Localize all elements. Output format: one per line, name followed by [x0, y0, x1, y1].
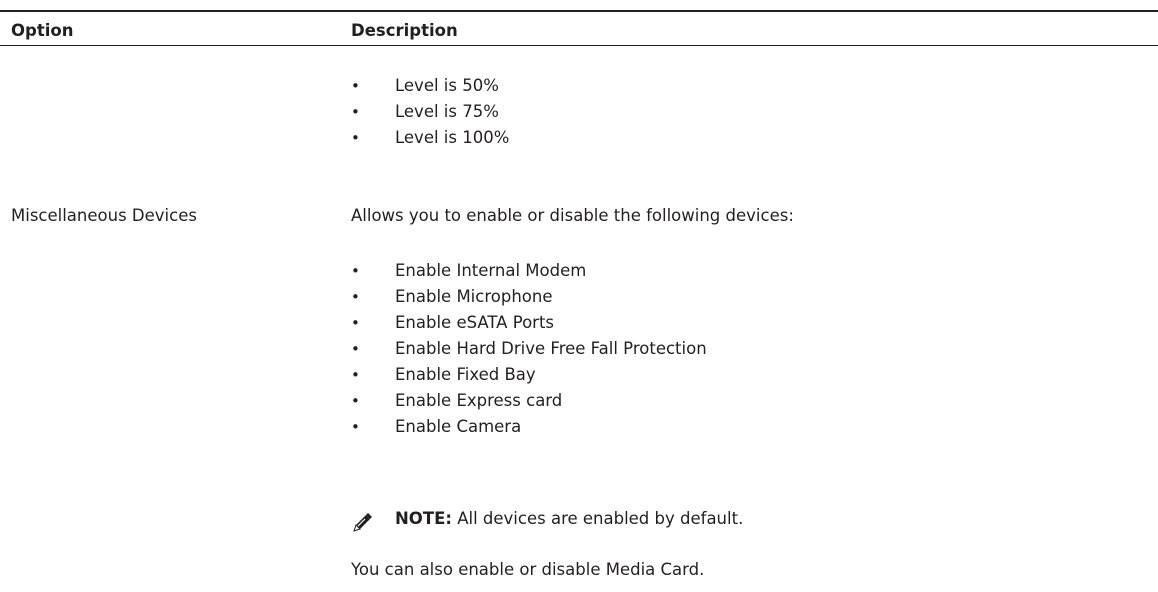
bullet-icon: •: [351, 129, 360, 147]
list-item-text: Enable Fixed Bay: [395, 365, 536, 384]
list-item-text: Enable Camera: [395, 417, 522, 436]
misc-devices-intro: Allows you to enable or disable the foll…: [351, 206, 794, 225]
misc-devices-option: Miscellaneous Devices: [11, 206, 197, 225]
description-column-header: Description: [351, 21, 458, 40]
note-text: NOTE: All devices are enabled by default…: [395, 508, 743, 530]
bullet-icon: •: [351, 340, 360, 358]
pencil-note-icon: [351, 512, 373, 534]
media-card-note: You can also enable or disable Media Car…: [351, 560, 705, 579]
bullet-icon: •: [351, 418, 360, 436]
note-body: All devices are enabled by default.: [451, 509, 744, 528]
list-item-text: Level is 75%: [395, 102, 499, 121]
list-item-text: Enable Express card: [395, 391, 563, 410]
bullet-icon: •: [351, 314, 360, 332]
list-item-text: Enable Internal Modem: [395, 261, 587, 280]
bullet-icon: •: [351, 77, 360, 95]
list-item-text: Enable Microphone: [395, 287, 553, 306]
bullet-icon: •: [351, 392, 360, 410]
list-item-text: Enable Hard Drive Free Fall Protection: [395, 339, 707, 358]
list-item-text: Level is 50%: [395, 76, 499, 95]
bullet-icon: •: [351, 288, 360, 306]
bullet-icon: •: [351, 103, 360, 121]
bullet-icon: •: [351, 262, 360, 280]
option-column-header: Option: [11, 21, 74, 40]
note-label: NOTE:: [395, 509, 452, 528]
table-header: Option Description: [0, 10, 1158, 46]
bullet-icon: •: [351, 366, 360, 384]
list-item-text: Level is 100%: [395, 128, 510, 147]
list-item-text: Enable eSATA Ports: [395, 313, 555, 332]
